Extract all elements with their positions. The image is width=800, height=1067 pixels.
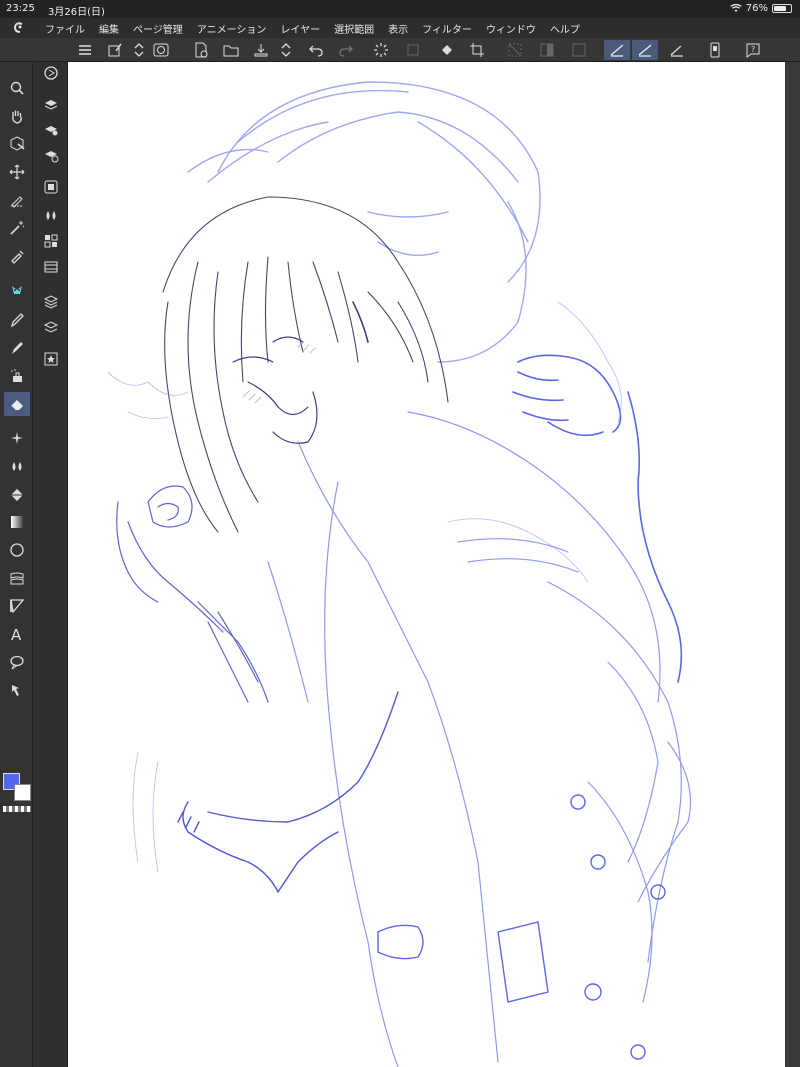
menu-filter[interactable]: フィルター <box>415 21 479 36</box>
sub-color-swatch[interactable] <box>14 784 31 801</box>
lasso-fill-icon[interactable] <box>4 188 30 212</box>
ruler-icon[interactable] <box>4 594 30 618</box>
sub-tool-detail-icon[interactable] <box>38 62 64 84</box>
layer-tone-icon[interactable] <box>38 144 64 166</box>
crop-icon[interactable] <box>466 40 488 60</box>
zoom-icon[interactable] <box>4 76 30 100</box>
menu-page[interactable]: ページ管理 <box>126 21 190 36</box>
airbrush-icon[interactable] <box>4 364 30 388</box>
save-icon[interactable] <box>250 40 272 60</box>
eyedropper-icon[interactable] <box>4 244 30 268</box>
new-file-icon[interactable] <box>190 40 212 60</box>
command-bar: « « ? <box>0 38 800 93</box>
layer-list-icon[interactable] <box>38 290 64 312</box>
redo-icon[interactable] <box>335 40 357 60</box>
tool-bar: A <box>0 62 33 1067</box>
brush-size-icon[interactable] <box>104 40 126 60</box>
transparent-color-swatch[interactable] <box>3 806 31 812</box>
expand-selection-icon[interactable] <box>568 40 590 60</box>
layer-stack-icon[interactable] <box>38 316 64 338</box>
stabilization-icon[interactable] <box>604 40 630 60</box>
status-bar: 23:25 3月26日(日) 76% <box>0 0 800 18</box>
menu-view[interactable]: 表示 <box>381 21 415 36</box>
material-icon[interactable] <box>38 348 64 370</box>
correct-line-icon[interactable] <box>4 678 30 702</box>
pressure-icon[interactable] <box>632 40 658 60</box>
color-set-icon[interactable] <box>38 230 64 252</box>
fill-bucket-icon[interactable] <box>436 40 458 60</box>
status-date: 3月26日(日) <box>48 7 105 18</box>
gradient-icon[interactable] <box>4 510 30 534</box>
up-down-icon-2[interactable] <box>275 40 297 60</box>
up-down-icon[interactable] <box>128 40 150 60</box>
menu-help[interactable]: ヘルプ <box>543 21 587 36</box>
battery-icon <box>772 4 792 13</box>
status-right: 76% <box>730 3 792 14</box>
open-folder-icon[interactable] <box>220 40 242 60</box>
color-mix-icon[interactable] <box>38 204 64 226</box>
hand-icon[interactable] <box>4 104 30 128</box>
clear-icon[interactable] <box>402 40 424 60</box>
eraser-icon[interactable] <box>4 392 30 416</box>
menu-hamburger-icon[interactable] <box>74 40 96 60</box>
layer-property-icon[interactable] <box>38 92 64 114</box>
menu-animation[interactable]: アニメーション <box>190 21 274 36</box>
operation-icon[interactable] <box>4 132 30 156</box>
magic-wand-icon[interactable] <box>4 216 30 240</box>
svg-text:?: ? <box>751 45 755 54</box>
status-time: 23:25 <box>6 3 35 14</box>
balloon-icon[interactable] <box>4 650 30 674</box>
pen-icon[interactable] <box>4 280 30 304</box>
help-icon[interactable]: ? <box>742 40 764 60</box>
menu-file[interactable]: ファイル <box>38 21 92 36</box>
move-icon[interactable] <box>4 160 30 184</box>
device-icon[interactable] <box>704 40 726 60</box>
navigator-icon[interactable] <box>38 176 64 198</box>
undo-icon[interactable] <box>305 40 327 60</box>
layer-settings-icon[interactable] <box>38 118 64 140</box>
menu-selection[interactable]: 選択範囲 <box>327 21 381 36</box>
loading-icon[interactable] <box>370 40 392 60</box>
menu-layer[interactable]: レイヤー <box>273 21 327 36</box>
sketch-artwork <box>107 81 691 1067</box>
invert-selection-icon[interactable] <box>536 40 558 60</box>
vertical-scrollbar[interactable] <box>785 62 800 1067</box>
menu-window[interactable]: ウィンドウ <box>479 21 543 36</box>
sync-icon[interactable] <box>150 40 172 60</box>
angle-icon[interactable] <box>666 40 688 60</box>
figure-icon[interactable] <box>4 538 30 562</box>
wifi-icon <box>730 4 742 12</box>
drawing-canvas[interactable] <box>68 62 785 1067</box>
decoration-icon[interactable] <box>4 426 30 450</box>
menu-bar: ファイル 編集 ページ管理 アニメーション レイヤー 選択範囲 表示 フィルター… <box>0 18 800 38</box>
deselect-icon[interactable] <box>504 40 526 60</box>
battery-percent: 76% <box>745 3 768 14</box>
menu-edit[interactable]: 編集 <box>92 21 126 36</box>
app-logo-icon[interactable] <box>0 18 38 38</box>
pencil-icon[interactable] <box>4 308 30 332</box>
timeline-icon[interactable] <box>38 256 64 278</box>
frame-icon[interactable] <box>4 566 30 590</box>
brush-icon[interactable] <box>4 336 30 360</box>
fill-icon[interactable] <box>4 482 30 506</box>
blend-icon[interactable] <box>4 454 30 478</box>
text-icon[interactable]: A <box>4 622 30 646</box>
svg-text:A: A <box>11 626 22 642</box>
sub-tool-bar <box>33 62 68 1067</box>
canvas-area <box>68 62 800 1067</box>
